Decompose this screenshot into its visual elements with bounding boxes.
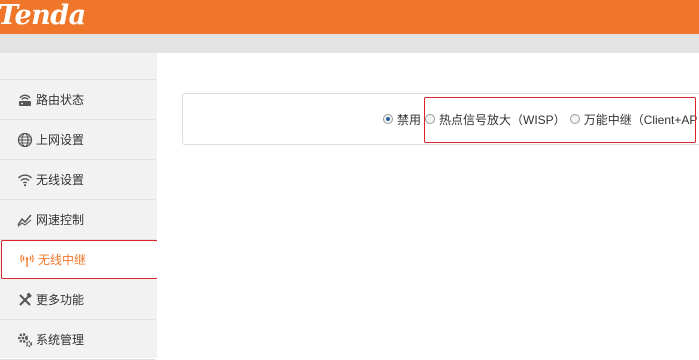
globe-icon [17,132,33,148]
sidebar-item-router-status[interactable]: 路由状态 [0,80,155,120]
relay-mode-disabled-option[interactable]: 禁用 [383,111,421,128]
sidebar-item-label: 系统管理 [36,333,85,347]
gear-icon [17,332,33,348]
antenna-icon [19,252,35,268]
tenda-logo: Tenda [0,0,86,31]
header-bar: Tenda [0,0,699,34]
sidebar-item-label: 无线设置 [36,173,85,187]
sidebar-item-more-features[interactable]: 更多功能 [0,280,155,320]
sidebar-item-label: 路由状态 [36,93,85,107]
sidebar: 路由状态 上网设置 无线设置 网速控制 无线中继 更多功能 系统管理 [0,53,158,360]
sidebar-item-label: 更多功能 [36,293,85,307]
radio-disabled[interactable] [383,114,393,124]
sub-header-bar [0,34,699,53]
sidebar-item-label: 上网设置 [36,133,85,147]
sidebar-item-speed-control[interactable]: 网速控制 [0,200,155,240]
tools-icon [17,292,33,308]
sidebar-item-internet-settings[interactable]: 上网设置 [0,120,155,160]
annotation-highlight-box [424,97,696,143]
router-icon [17,92,33,108]
sidebar-item-system-management[interactable]: 系统管理 [0,320,155,360]
speed-chart-icon [17,212,33,228]
sidebar-spacer [0,53,157,80]
sidebar-item-label: 无线中继 [38,253,87,267]
wifi-icon [17,172,33,188]
sidebar-item-label: 网速控制 [36,213,85,227]
radio-disabled-label: 禁用 [397,112,422,127]
sidebar-item-wireless-relay[interactable]: 无线中继 [1,240,158,279]
sidebar-item-wireless-settings[interactable]: 无线设置 [0,160,155,200]
